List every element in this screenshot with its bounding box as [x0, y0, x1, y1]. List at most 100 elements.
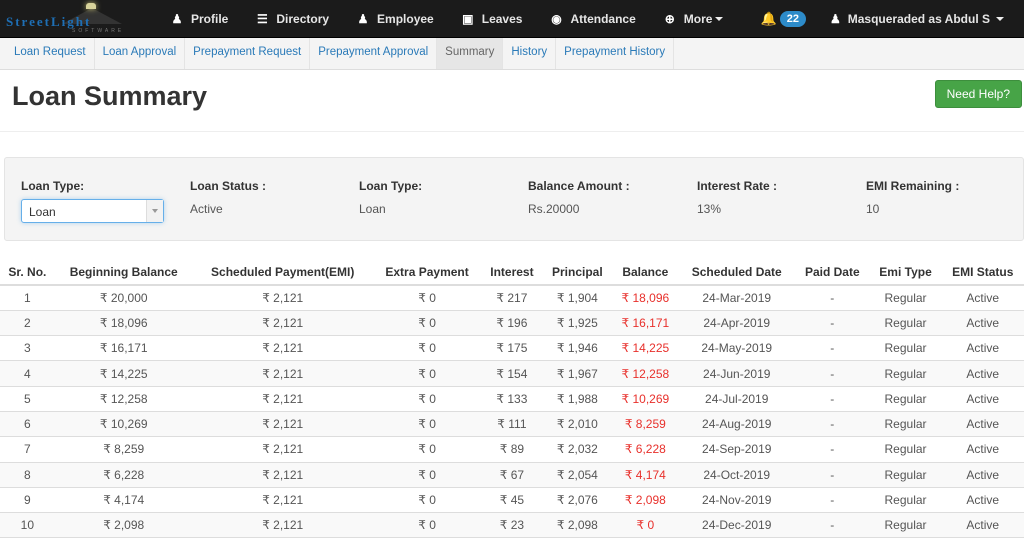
- camera-icon: ▣: [462, 11, 474, 26]
- cell-emi-type: Regular: [869, 360, 942, 387]
- cell-interest: ₹ 154: [481, 360, 543, 387]
- cell-emi-status: Active: [941, 512, 1024, 539]
- nav-profile[interactable]: ♟ Profile: [170, 11, 229, 26]
- nav-attendance[interactable]: ◉ Attendance: [549, 12, 636, 26]
- column-header: Scheduled Date: [678, 260, 796, 286]
- loan-type-field: Loan Type: Loan: [359, 179, 422, 216]
- column-header: Beginning Balance: [54, 260, 193, 286]
- nav-directory[interactable]: ☰ Directory: [255, 12, 329, 26]
- tab-prepayment-request[interactable]: Prepayment Request: [185, 38, 311, 69]
- cell-emi-type: Regular: [869, 462, 942, 488]
- column-header: Balance: [612, 260, 679, 286]
- cell-balance: ₹ 2,098: [612, 487, 679, 514]
- table-row: 3 ₹ 16,171 ₹ 2,121 ₹ 0 ₹ 175 ₹ 1,946 ₹ 14,225 2…: [0, 335, 1024, 362]
- caret-down-icon: [996, 17, 1004, 21]
- cell-balance: ₹ 16,171: [612, 310, 679, 337]
- interest-rate-label: Interest Rate :: [697, 179, 778, 193]
- person-icon: ♟: [171, 11, 183, 26]
- column-header: Paid Date: [795, 260, 870, 286]
- nav-leaves[interactable]: ▣ Leaves: [461, 11, 522, 26]
- chevron-down-icon: [146, 200, 163, 222]
- cell-balance: ₹ 0: [612, 512, 679, 539]
- nav-employee[interactable]: ♟ Employee: [356, 12, 434, 26]
- loan-type-value: Loan: [359, 202, 386, 216]
- cell-sr-no: 4: [0, 360, 55, 387]
- tab-prepayment-approval[interactable]: Prepayment Approval: [310, 38, 438, 69]
- cell-interest: ₹ 133: [481, 386, 543, 412]
- cell-balance: ₹ 8,259: [612, 411, 679, 438]
- cell-emi-type: Regular: [869, 285, 942, 311]
- cell-paid-date: -: [795, 335, 870, 362]
- cell-scheduled-payment: ₹ 2,121: [192, 335, 373, 362]
- cell-principal: ₹ 2,098: [542, 512, 613, 539]
- cell-beginning-balance: ₹ 20,000: [54, 285, 193, 311]
- cell-balance: ₹ 6,228: [612, 436, 679, 463]
- cell-extra-payment: ₹ 0: [372, 462, 482, 488]
- user-menu-dropdown[interactable]: ♟ Masqueraded as Abdul S: [830, 12, 1004, 26]
- cell-emi-status: Active: [941, 436, 1024, 463]
- tab-prepayment-history[interactable]: Prepayment History: [556, 38, 675, 69]
- cell-sr-no: 2: [0, 310, 55, 337]
- cell-principal: ₹ 2,054: [542, 462, 613, 488]
- cell-principal: ₹ 1,988: [542, 386, 613, 412]
- need-help-button[interactable]: Need Help?: [934, 80, 1022, 108]
- table-row: 8 ₹ 6,228 ₹ 2,121 ₹ 0 ₹ 67 ₹ 2,054 ₹ 4,174 24-O…: [0, 462, 1024, 488]
- loan-status-field: Loan Status : Active: [190, 179, 266, 216]
- cell-extra-payment: ₹ 0: [372, 512, 482, 539]
- tab-loan-approval[interactable]: Loan Approval: [95, 38, 186, 69]
- cell-emi-status: Active: [941, 411, 1024, 438]
- emi-remaining-value: 10: [866, 202, 880, 216]
- cell-scheduled-date: 24-Aug-2019: [678, 411, 796, 438]
- cell-sr-no: 5: [0, 386, 55, 412]
- cell-scheduled-date: 24-Mar-2019: [678, 285, 796, 311]
- cell-scheduled-date: 24-Apr-2019: [678, 310, 796, 337]
- tab-summary[interactable]: Summary: [437, 38, 504, 69]
- table-row: 9 ₹ 4,174 ₹ 2,121 ₹ 0 ₹ 45 ₹ 2,076 ₹ 2,098 24-N…: [0, 487, 1024, 514]
- cell-emi-type: Regular: [869, 512, 942, 539]
- tab-history[interactable]: History: [503, 38, 557, 69]
- cell-balance: ₹ 18,096: [612, 285, 679, 311]
- column-header: Emi Type: [869, 260, 942, 286]
- loan-type-select-field: Loan Type: Loan: [21, 179, 164, 223]
- column-header: Scheduled Payment(EMI): [192, 260, 373, 286]
- column-header: Interest: [481, 260, 543, 286]
- bell-icon[interactable]: 🔔: [761, 11, 777, 27]
- emi-schedule-table: Sr. No. Beginning Balance Scheduled Paym…: [0, 260, 1024, 539]
- nav-label: Directory: [276, 11, 330, 26]
- cell-beginning-balance: ₹ 6,228: [54, 462, 193, 488]
- cell-scheduled-payment: ₹ 2,121: [192, 462, 373, 488]
- logo-lamp-icon: [86, 2, 96, 9]
- cell-emi-type: Regular: [869, 411, 942, 438]
- cell-interest: ₹ 217: [481, 285, 543, 311]
- right-nav: 🔔 22 ♟ Masqueraded as Abdul S: [761, 0, 1024, 38]
- cell-principal: ₹ 1,904: [542, 285, 613, 311]
- column-header: Extra Payment: [372, 260, 482, 286]
- top-navbar: StreetLight SOFTWARE ♟ Profile ☰ Directory…: [0, 0, 1024, 38]
- column-header: EMI Status: [941, 260, 1024, 286]
- users-icon: ☰: [256, 11, 268, 26]
- main-nav: ♟ Profile ☰ Directory ♟ Employee ▣ Leaves ◉ A…: [170, 12, 750, 26]
- cell-scheduled-payment: ₹ 2,121: [192, 512, 373, 539]
- table-row: 7 ₹ 8,259 ₹ 2,121 ₹ 0 ₹ 89 ₹ 2,032 ₹ 6,228 24-S…: [0, 436, 1024, 463]
- emi-remaining-label: EMI Remaining :: [866, 179, 960, 193]
- page-title: Loan Summary: [12, 81, 208, 111]
- cell-emi-type: Regular: [869, 436, 942, 463]
- plus-circle-icon: ⊕: [664, 11, 675, 26]
- tab-loan-request[interactable]: Loan Request: [6, 38, 95, 69]
- cell-beginning-balance: ₹ 8,259: [54, 436, 193, 463]
- cell-sr-no: 1: [0, 285, 55, 311]
- notification-badge[interactable]: 22: [779, 11, 806, 27]
- loan-type-select[interactable]: Loan: [21, 199, 164, 223]
- cell-emi-status: Active: [941, 487, 1024, 514]
- user-icon: ♟: [829, 12, 841, 26]
- nav-more-dropdown[interactable]: ⊕ More: [663, 12, 724, 26]
- balance-amount-label: Balance Amount :: [528, 179, 630, 193]
- brand-logo[interactable]: StreetLight SOFTWARE: [2, 0, 142, 38]
- cell-interest: ₹ 175: [481, 335, 543, 362]
- cell-scheduled-payment: ₹ 2,121: [192, 411, 373, 438]
- cell-extra-payment: ₹ 0: [372, 335, 482, 362]
- loan-subnav: Loan Request Loan Approval Prepayment Re…: [0, 38, 1024, 70]
- cell-sr-no: 6: [0, 411, 55, 438]
- table-body: 1 ₹ 20,000 ₹ 2,121 ₹ 0 ₹ 217 ₹ 1,904 ₹ 18,096 2…: [0, 285, 1024, 539]
- cell-paid-date: -: [795, 512, 870, 539]
